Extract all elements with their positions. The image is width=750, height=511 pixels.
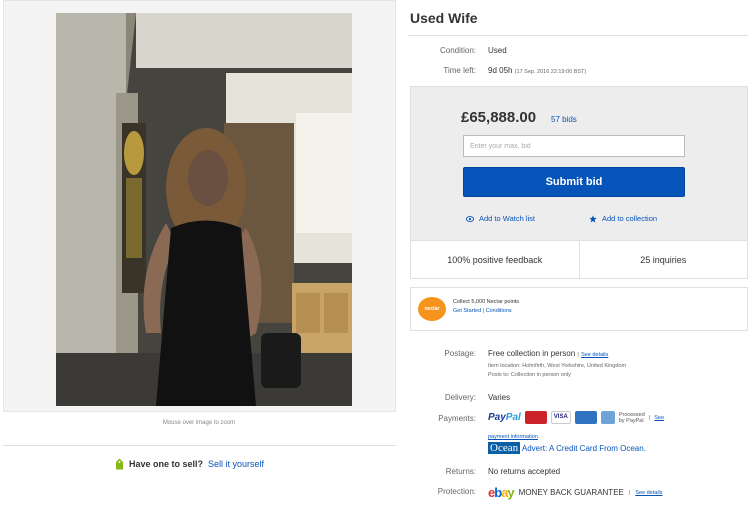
time-left-duration: 9d 05h (488, 66, 513, 75)
sell-prompt: Have one to sell? Sell it yourself (115, 458, 264, 470)
image-panel: Mouse over image to zoom Have one to sel… (0, 0, 398, 511)
by-paypal-text: by PayPal (618, 417, 644, 424)
mastercard-icon (524, 411, 547, 424)
time-left-detail: (17 Sep. 2016 22:19:00 BST) (514, 69, 587, 75)
listing-photo-image (56, 13, 352, 406)
separator: | (628, 489, 631, 496)
postage-method: Free collection in person (488, 349, 576, 358)
returns-value: No returns accepted (488, 467, 561, 476)
ocean-advert[interactable]: Ocean Advert: A Credit Card From Ocean. (488, 442, 646, 454)
time-left-value: 9d 05h (17 Sep. 2016 22:19:00 BST) (488, 66, 586, 75)
payments-label: Payments: (438, 414, 476, 423)
delivery-row: Delivery: Varies (408, 393, 748, 405)
delivery-label: Delivery: (444, 393, 476, 402)
protection-see-details-link[interactable]: See details (635, 490, 662, 496)
ocean-logo: Ocean (488, 442, 521, 454)
returns-row: Returns: No returns accepted (408, 467, 748, 479)
separator: | (482, 308, 485, 314)
payments-row: Payments: PayPal VISA Processed by PayPal… (408, 411, 748, 461)
separator: | (577, 352, 579, 358)
see-payment-link[interactable]: See (654, 415, 664, 421)
protection-label: Protection: (437, 487, 476, 496)
paypal-logo-pal: Pal (505, 412, 521, 423)
time-left-row: Time left: 9d 05h (17 Sep. 2016 22:19:00… (408, 66, 748, 78)
condition-label: Condition: (439, 46, 476, 55)
zoom-hint: Mouse over image to zoom (162, 420, 236, 426)
listing-photo[interactable] (56, 13, 352, 406)
add-to-collection-link[interactable]: Add to collection (589, 214, 657, 223)
sell-question: Have one to sell? (129, 459, 204, 469)
separator: | (648, 414, 651, 421)
time-left-label: Time left: (443, 66, 476, 75)
paypal-logo-pay: Pay (488, 412, 506, 423)
payment-information-link[interactable]: payment information (488, 434, 538, 440)
postage-see-details-link[interactable]: See details (581, 352, 608, 358)
postage-value: Free collection in person | See details (488, 349, 608, 358)
ebay-logo: ebay (488, 485, 515, 500)
nectar-links: Get Started | Conditions (453, 308, 512, 314)
watchlist-label: Add to Watch list (479, 214, 535, 223)
nectar-logo: nectar (418, 297, 446, 321)
paypal-logo: PayPal (488, 412, 521, 423)
protection-value: ebay MONEY BACK GUARANTEE | See details (488, 485, 663, 500)
submit-bid-button[interactable]: Submit bid (463, 167, 685, 197)
money-back-guarantee: MONEY BACK GUARANTEE (518, 488, 624, 497)
posts-to: Posts to: Collection in person only (488, 372, 571, 378)
tag-icon (116, 458, 123, 470)
ocean-advert-text: Advert: A Credit Card From Ocean. (521, 444, 646, 453)
max-bid-input[interactable] (463, 135, 685, 157)
condition-row: Condition: Used (408, 46, 748, 58)
star-icon (589, 214, 597, 222)
nectar-points-text: Collect 5,000 Nectar points (453, 299, 520, 305)
card-icon (574, 411, 597, 424)
collection-label: Add to collection (602, 214, 658, 223)
delivery-value: Varies (488, 393, 511, 402)
returns-label: Returns: (445, 467, 476, 476)
sell-it-yourself-link[interactable]: Sell it yourself (208, 459, 264, 469)
condition-value: Used (488, 46, 507, 55)
ebay-logo-y: y (507, 485, 514, 500)
nectar-conditions-link[interactable]: Conditions (486, 308, 512, 314)
bid-count-link[interactable]: 57 bids (551, 115, 577, 124)
seller-stats: 100% positive feedback 25 inquiries (410, 241, 748, 279)
positive-feedback: 100% positive feedback (447, 255, 543, 265)
nectar-promo: nectar Collect 5,000 Nectar points Get S… (410, 287, 748, 331)
add-to-watchlist-link[interactable]: Add to Watch list (466, 214, 535, 223)
divider (408, 35, 748, 36)
photo-frame (3, 0, 396, 412)
eye-icon (466, 215, 474, 222)
listing-details: Used Wife Condition: Used Time left: 9d … (408, 0, 750, 511)
item-location: Item location: Holmfirth, West Yorkshire… (488, 363, 627, 369)
postage-row: Postage: Free collection in person | See… (408, 349, 748, 385)
paypal-processed-icon (600, 411, 615, 424)
inquiries-count: 25 inquiries (578, 241, 748, 278)
listing-title: Used Wife (410, 10, 478, 26)
payment-methods: PayPal VISA Processed by PayPal | See (488, 411, 664, 424)
divider (3, 445, 396, 446)
visa-icon: VISA (550, 411, 571, 424)
postage-label: Postage: (444, 349, 476, 358)
processed-by-paypal: Processed by PayPal (619, 412, 645, 424)
current-price: £65,888.00 (461, 109, 537, 126)
protection-row: Protection: ebay MONEY BACK GUARANTEE | … (408, 485, 748, 501)
nectar-get-started-link[interactable]: Get Started (453, 308, 481, 314)
bid-panel: £65,888.00 57 bids Submit bid Add to Wat… (410, 86, 748, 241)
